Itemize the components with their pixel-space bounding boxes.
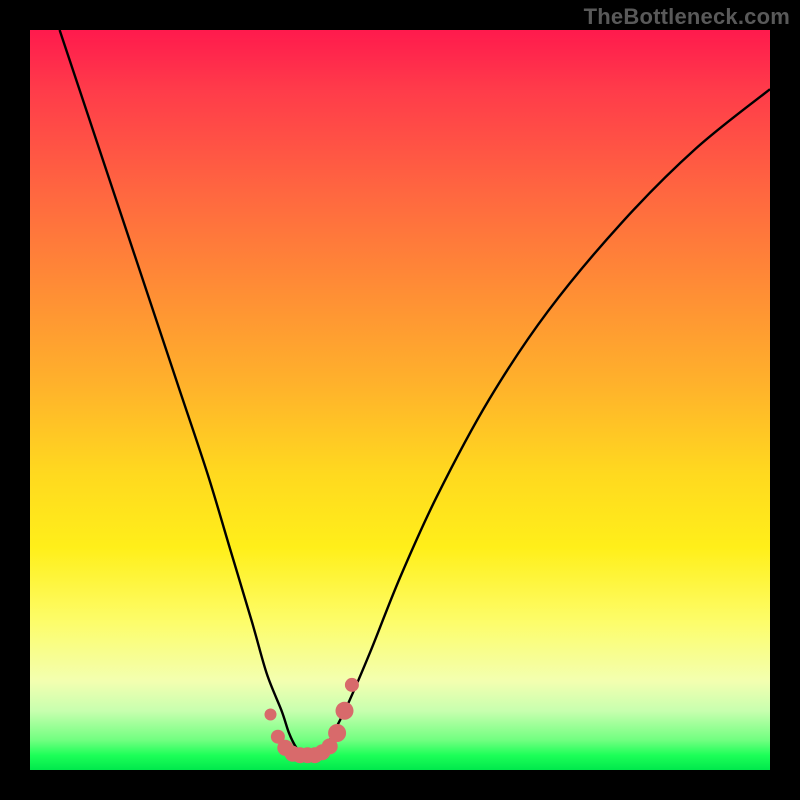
marker-dot [328,724,346,742]
bottleneck-curve [60,30,770,756]
marker-dot [336,702,354,720]
chart-svg [30,30,770,770]
marker-dot [265,709,277,721]
plot-area [30,30,770,770]
marker-dot [345,678,359,692]
watermark-text: TheBottleneck.com [584,4,790,30]
bottom-marker-group [265,678,359,763]
chart-frame: TheBottleneck.com [0,0,800,800]
